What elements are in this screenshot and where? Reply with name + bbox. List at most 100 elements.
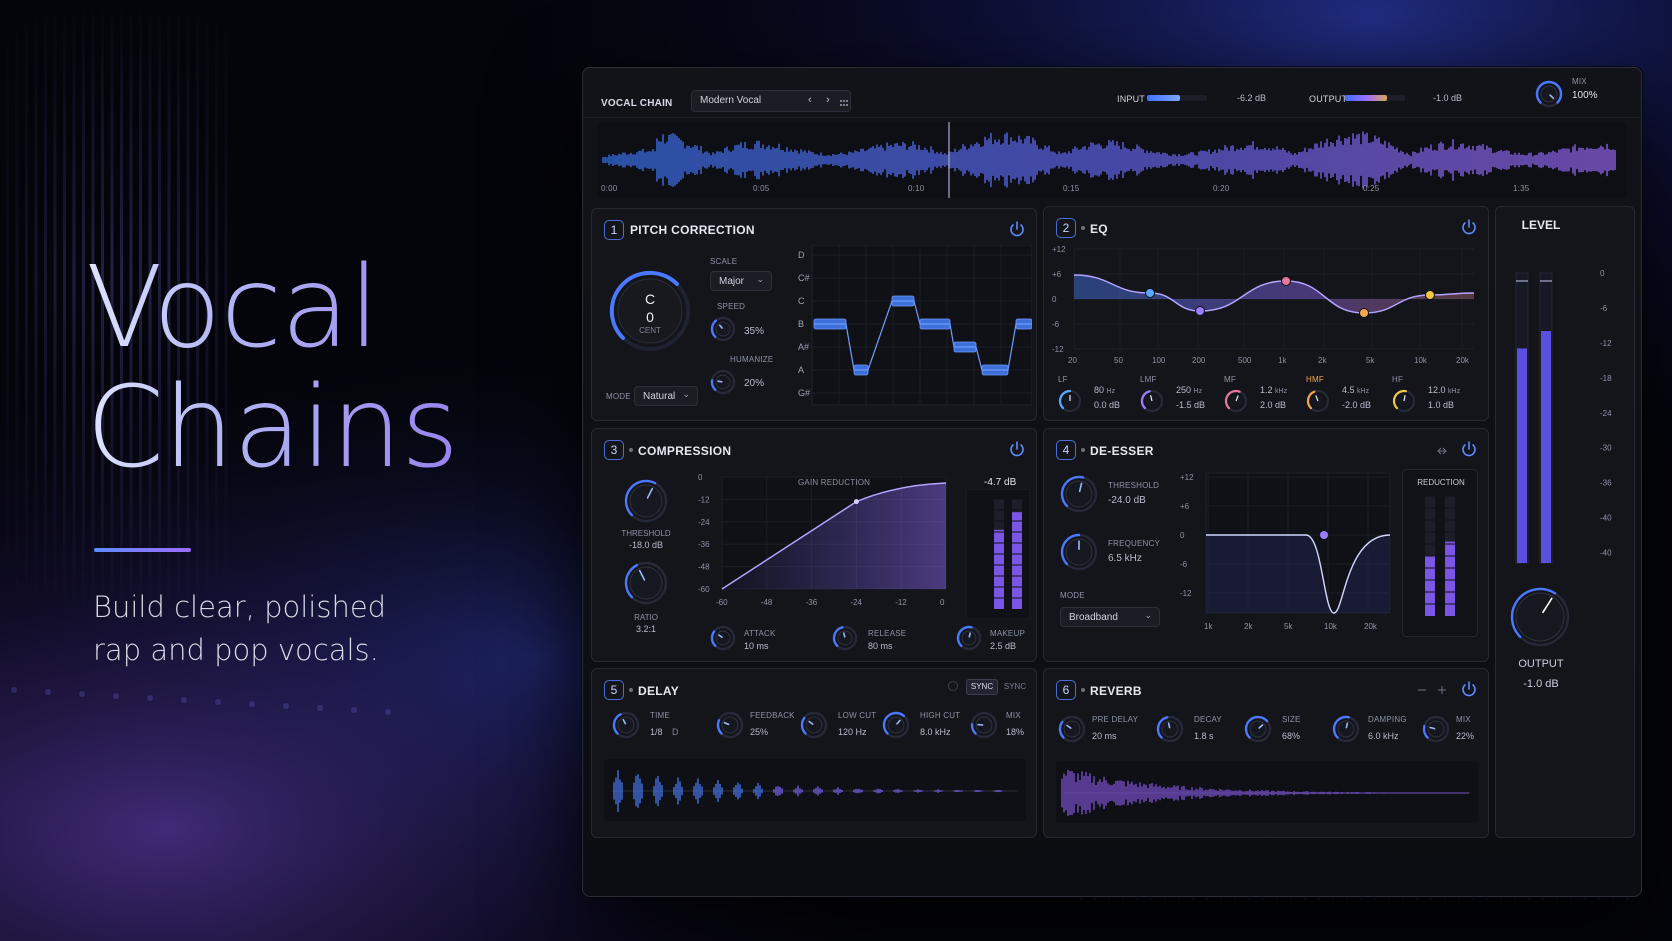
chevron-left-icon[interactable]: ‹ [808,94,812,106]
pitch-note-dial[interactable]: C 0 CENT [608,269,692,353]
power-icon[interactable] [1008,440,1026,458]
speed-label: SPEED [717,302,746,311]
delay-title: DELAY [638,684,680,698]
feedback-knob[interactable] [716,711,744,739]
predelay-knob[interactable] [1058,715,1086,743]
time-knob-graphic [612,711,640,739]
panel-dot [629,448,633,452]
size-knob[interactable] [1244,715,1272,743]
ratio-label: RATIO [634,613,658,622]
eq-band-node[interactable] [1195,306,1205,316]
deesser-graph[interactable]: +12 +6 0 -6 -12 1k 2k 5k 10k 20k [1178,467,1394,637]
eq-graph[interactable]: +12 +6 0 -6 -12 20 50 100 200 500 1k 2k 5k 10k 20k [1050,243,1486,371]
deesser-number: 4 [1056,440,1076,460]
eq-band-node[interactable] [1425,290,1435,300]
size-knob-graphic [1244,715,1272,743]
threshold-node[interactable] [853,499,859,505]
preset-dropdown[interactable]: Modern Vocal ‹ › [691,90,851,112]
grid-icon[interactable] [839,96,849,106]
level-tick: -12 [1600,339,1612,348]
lowcut-knob[interactable] [800,711,828,739]
level-tick: 0 [1600,269,1605,278]
power-icon[interactable] [1008,220,1026,238]
eq-freq-tick: 1k [1278,356,1287,365]
power-icon[interactable] [1460,218,1478,236]
compression-graph[interactable]: 0 -12 -24 -36 -48 -60 -60 -48 -36 -24 -12 0 [696,469,962,619]
link-icon[interactable] [1436,444,1448,456]
time-knob[interactable] [612,711,640,739]
threshold-value: -18.0 dB [628,540,664,550]
level-title: LEVEL [1521,218,1561,232]
panel-pitch-correction: 1 PITCH CORRECTION C 0 CENT SCALE Major ⌄… [591,208,1037,421]
output-meter-fill [1345,95,1387,101]
sync-button[interactable]: SYNC [966,679,998,695]
attack-knob[interactable] [710,625,736,651]
eq-band-knob[interactable] [1140,389,1164,413]
mix-knob[interactable] [1535,80,1563,108]
timeline-tick: 0:25 [1363,184,1380,193]
eq-band-knob[interactable] [1224,389,1248,413]
deesser-threshold-knob[interactable] [1060,475,1098,513]
bypass-icon[interactable] [1436,683,1448,695]
deesser-mode-dropdown[interactable]: Broadband ⌄ [1060,607,1160,627]
mode-dropdown[interactable]: Natural ⌄ [634,386,698,406]
pitch-note-label: D [798,250,805,260]
eq-band-freq: 4.5 kHz [1342,385,1370,395]
pitch-note-label: G# [798,388,810,398]
pitch-note-label: C# [798,273,810,283]
threshold-knob[interactable] [624,479,668,523]
link-icon[interactable] [1416,683,1428,695]
reverb-mix-knob[interactable] [1422,715,1450,743]
frequency-knob[interactable] [1060,533,1098,571]
sync-button-alt[interactable]: SYNC [1000,679,1030,695]
eq-freq-tick: 200 [1192,356,1206,365]
makeup-knob[interactable] [956,625,982,651]
panel-compression: 3 COMPRESSION THRESHOLD -18.0 dB RATIO 3… [591,428,1037,662]
panel-de-esser: 4 DE-ESSER THRESHOLD -24.0 dB FREQUENCY … [1043,428,1489,662]
compression-graph-graphic: 0 -12 -24 -36 -48 -60 -60 -48 -36 -24 -12 0 [698,473,947,607]
bg-light-dot [351,707,357,713]
attack-value: 10 ms [744,641,769,651]
eq-band-knob[interactable] [1058,389,1082,413]
decay-label: DECAY [1194,715,1222,724]
scale-dropdown[interactable]: Major ⌄ [710,271,772,291]
release-knob[interactable] [832,625,858,651]
reduction-label: REDUCTION [1417,478,1465,487]
pitch-cents: 0 [646,309,654,325]
deesser-title: DE-ESSER [1090,444,1154,458]
time-value: 1/8 [650,727,663,737]
eq-graph-graphic: +12 +6 0 -6 -12 20 50 100 200 500 1k 2k 5k 10k 20k [1052,245,1475,365]
humanize-knob[interactable] [710,369,736,395]
eq-band-gain: -1.5 dB [1176,400,1206,410]
bg-light-dot [317,705,323,711]
output-label: OUTPUT [1309,94,1348,104]
pitch-number: 1 [604,220,624,240]
eq-band-node[interactable] [1281,276,1291,286]
decay-knob[interactable] [1156,715,1184,743]
deesser-graph-graphic: +12 +6 0 -6 -12 1k 2k 5k 10k 20k [1180,472,1391,631]
main-waveform[interactable] [597,122,1627,198]
output-knob[interactable] [1510,587,1570,647]
delay-mix-knob[interactable] [970,711,998,739]
power-icon[interactable] [1460,440,1478,458]
ratio-knob[interactable] [624,561,668,605]
damping-knob[interactable] [1332,715,1360,743]
eq-band-knob[interactable] [1306,389,1330,413]
pitch-graph[interactable]: D C# C B A# A G# [790,244,1033,413]
chevron-right-icon[interactable]: › [826,94,830,106]
tempo-icon[interactable] [948,681,958,691]
bg-light-dot [283,703,289,709]
eq-band-node[interactable] [1359,308,1369,318]
highcut-knob[interactable] [882,711,910,739]
deesser-freq-node[interactable] [1320,531,1328,539]
eq-band-node[interactable] [1145,288,1155,298]
eq-band-label: LF [1058,375,1068,384]
power-icon[interactable] [1460,680,1478,698]
hero-subtitle-line2: rap and pop vocals. [93,633,379,667]
timeline-tick: 0:20 [1213,184,1230,193]
feedback-value: 25% [750,727,769,737]
eq-band-knob[interactable] [1392,389,1416,413]
threshold-label: THRESHOLD [621,529,671,538]
speed-knob[interactable] [710,316,736,342]
mode-label: MODE [606,392,631,401]
